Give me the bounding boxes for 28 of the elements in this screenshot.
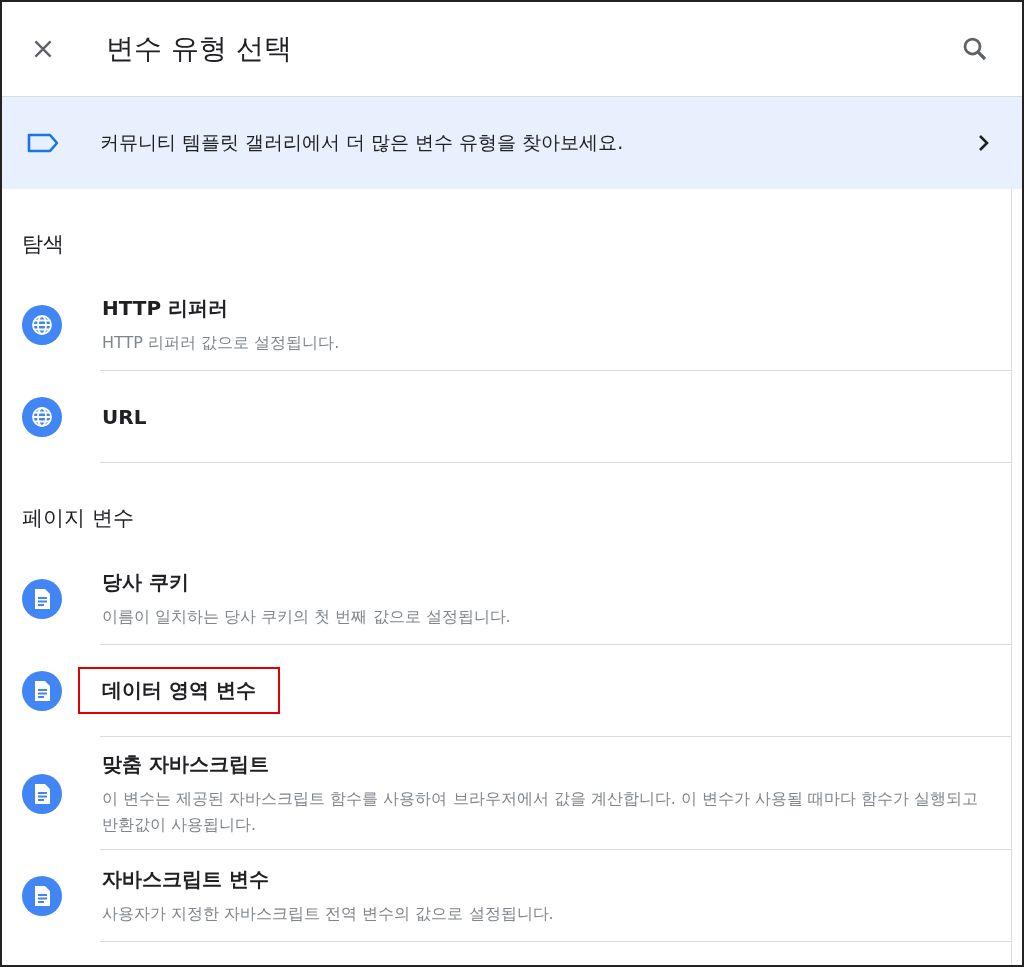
section-heading: 탐색 <box>21 231 65 258</box>
item-title: 자바스크립트 변수 <box>101 866 270 894</box>
dialog-title: 변수 유형 선택 <box>106 31 292 67</box>
variable-type-item[interactable]: HTTP 리퍼러 HTTP 리퍼러 값으로 설정됩니다. <box>2 279 1011 371</box>
item-title: 당사 쿠키 <box>101 569 190 597</box>
globe-icon <box>22 397 62 437</box>
item-title: 맞춤 자바스크립트 <box>101 751 270 778</box>
variable-type-item[interactable]: URL <box>2 371 1011 463</box>
item-description: 이름이 일치하는 당사 쿠키의 첫 번째 값으로 설정됩니다. <box>102 606 511 629</box>
banner-text: 커뮤니티 템플릿 갤러리에서 더 많은 변수 유형을 찾아보세요. <box>100 130 625 155</box>
tag-icon <box>26 132 60 154</box>
item-description: HTTP 리퍼러 값으로 설정됩니다. <box>102 332 340 355</box>
variable-type-item[interactable]: 맞춤 자바스크립트 이 변수는 제공된 자바스크립트 함수를 사용하여 브라우저에서 값을 계산합니다. 이 변수가 사용될 때마다 함수가 실행되고 반환값이 사용됩니다. <box>2 737 1011 851</box>
item-description: 이 변수는 제공된 자바스크립트 함수를 사용하여 브라우저에서 값을 계산합니다. 이 변수가 사용될 때마다 함수가 실행되고 반환값이 사용됩니다. <box>102 788 980 836</box>
item-description: 사용자가 지정한 자바스크립트 전역 변수의 값으로 설정됩니다. <box>102 903 554 926</box>
document-icon <box>22 579 62 619</box>
item-title: HTTP 리퍼러 <box>101 295 230 323</box>
variable-type-item[interactable]: 데이터 영역 변수 <box>2 645 1011 737</box>
document-icon <box>22 876 62 917</box>
variable-type-item[interactable]: 자바스크립트 변수 사용자가 지정한 자바스크립트 전역 변수의 값으로 설정됩니다. <box>2 850 1011 943</box>
item-title: URL <box>101 403 148 431</box>
document-icon <box>22 773 62 814</box>
gallery-banner[interactable]: 커뮤니티 템플릿 갤러리에서 더 많은 변수 유형을 찾아보세요. <box>2 97 1022 189</box>
item-title: 데이터 영역 변수 <box>78 667 280 714</box>
variable-type-item[interactable]: 당사 쿠키 이름이 일치하는 당사 쿠키의 첫 번째 값으로 설정됩니다. <box>2 553 1011 645</box>
document-icon <box>22 671 62 711</box>
globe-icon <box>22 305 62 345</box>
section-heading: 페이지 변수 <box>21 505 135 532</box>
